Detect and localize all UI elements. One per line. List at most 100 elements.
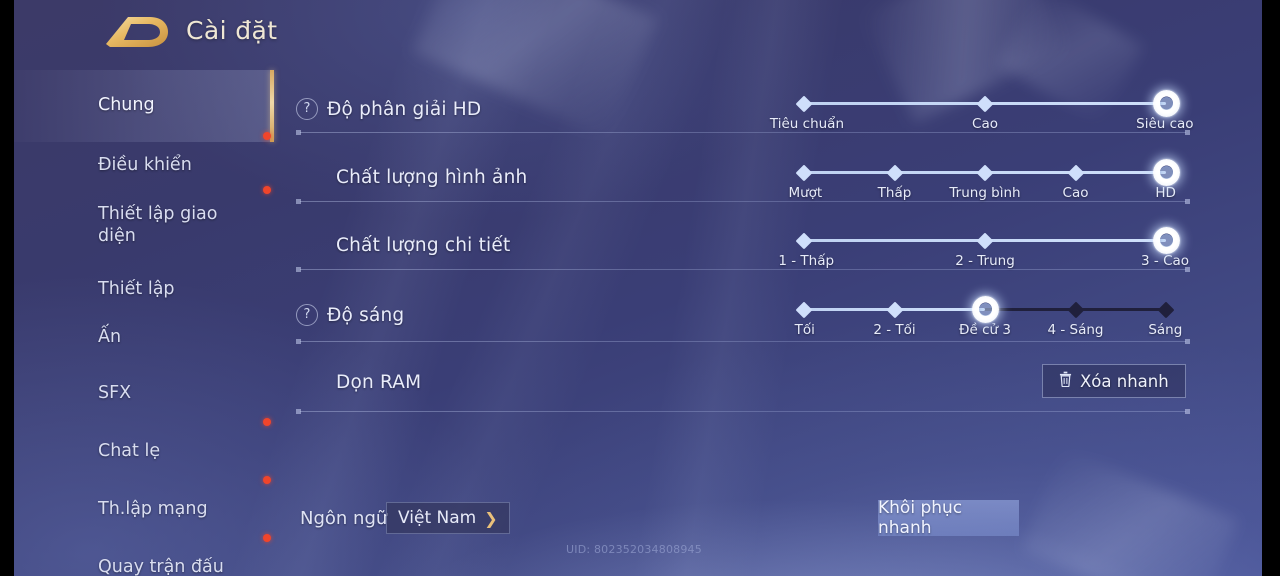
row-label: Độ sáng [327, 304, 405, 326]
sidebar-item-3[interactable]: Thiết lập [14, 266, 270, 314]
sidebar-item-6[interactable]: Chat lẹ [14, 418, 271, 476]
slider-thumb[interactable] [1152, 227, 1180, 254]
notification-dot [263, 418, 271, 426]
sidebar-item-label: Ấn [98, 327, 122, 348]
slider-tick[interactable] [795, 164, 813, 181]
sidebar-item-5[interactable]: SFX [14, 370, 270, 418]
letterbox-right [1262, 0, 1280, 576]
row-label-group: Chất lượng hình ảnh [296, 167, 527, 188]
row-divider [296, 267, 1190, 272]
active-indicator [270, 70, 274, 142]
notification-dot [263, 132, 271, 140]
row-label: Độ phân giải HD [327, 98, 482, 120]
row-divider [296, 130, 1190, 135]
slider-tick-label: 2 - Tối [873, 322, 916, 338]
letterbox-left [0, 0, 14, 576]
bottom-bar: Ngôn ngữ Việt Nam ❯ Khôi phục nhanh UID:… [296, 486, 1262, 576]
slider-tick[interactable] [886, 301, 903, 318]
row-divider [296, 409, 1190, 414]
notification-dot [263, 534, 271, 542]
row-label-group: ? Độ phân giải HD [296, 98, 481, 120]
row-label: Dọn RAM [336, 372, 422, 393]
setting-row-clean-ram: Dọn RAM Xóa nhanh [296, 364, 1186, 412]
slider-tick-label: Cao [972, 116, 998, 132]
slider-tick-label: Tiêu chuẩn [769, 116, 845, 132]
settings-screen: Cài đặt Chung Điều khiển Thiết lập giao di… [0, 0, 1280, 576]
sidebar-item-4[interactable]: Ấn [14, 314, 270, 362]
settings-list: ? Độ phân giải HD Tiêu chuẩn Cao Siêu cao Chấ… [296, 66, 1196, 486]
sidebar: Chung Điều khiển Thiết lập giao diện Thiết … [14, 70, 274, 576]
sidebar-item-label: Quay trận đấu [98, 557, 224, 576]
slider-tick-label: 3 - Cao [1141, 253, 1190, 269]
game-logo-icon [98, 8, 172, 54]
slider-tick-label: Trung bình [949, 185, 1021, 201]
sidebar-item-label: SFX [98, 383, 132, 404]
setting-row-image-quality: Chất lượng hình ảnh Mượt Thấp Trung bình Cao… [296, 159, 1186, 205]
row-divider [296, 199, 1190, 204]
slider-detail-quality[interactable]: 1 - Thấp 2 - Trung 3 - Cao [778, 227, 1189, 273]
page-title: Cài đặt [186, 16, 278, 45]
header: Cài đặt [14, 0, 1262, 64]
slider-tick-label: 1 - Thấp [778, 253, 835, 269]
language-selector[interactable]: Việt Nam ❯ [386, 502, 510, 534]
quick-clear-label: Xóa nhanh [1080, 371, 1169, 391]
language-value: Việt Nam [398, 508, 477, 528]
sidebar-item-label: Thiết lập [98, 279, 175, 300]
slider-thumb[interactable] [1152, 90, 1180, 117]
restore-defaults-label: Khôi phục nhanh [878, 498, 963, 538]
slider-tick-label: Mượt [788, 185, 823, 201]
uid-text: UID: 802352034808945 [566, 543, 702, 556]
slider-tick-label: Sáng [1148, 322, 1183, 338]
slider-tick[interactable] [886, 164, 903, 181]
slider-tick[interactable] [976, 95, 994, 112]
slider-tick-label: 2 - Trung [955, 253, 1015, 269]
sidebar-item-label: Chat lẹ [98, 441, 161, 462]
slider-tick[interactable] [795, 301, 813, 318]
help-icon[interactable]: ? [296, 98, 318, 120]
slider-tick-label: HD [1155, 185, 1176, 201]
slider-tick[interactable] [976, 164, 994, 181]
slider-tick[interactable] [795, 232, 813, 249]
sidebar-item-2[interactable]: Thiết lập giao diện [14, 186, 271, 256]
slider-tick[interactable] [1157, 301, 1175, 318]
quick-clear-button[interactable]: Xóa nhanh [1042, 364, 1186, 398]
slider-thumb[interactable] [971, 296, 999, 323]
row-label-group: Dọn RAM [296, 372, 421, 393]
notification-dot [263, 186, 271, 194]
setting-row-hd-resolution: ? Độ phân giải HD Tiêu chuẩn Cao Siêu cao [296, 90, 1194, 136]
help-icon[interactable]: ? [296, 304, 318, 326]
row-label-group: Chất lượng chi tiết [296, 235, 510, 256]
slider-thumb[interactable] [1152, 159, 1180, 186]
slider-image-quality[interactable]: Mượt Thấp Trung bình Cao HD [788, 159, 1180, 205]
slider-tick-label: Tối [794, 322, 815, 338]
sidebar-item-1[interactable]: Điều khiển [14, 132, 271, 190]
slider-tick[interactable] [1067, 301, 1084, 318]
slider-tick-label: 4 - Sáng [1047, 322, 1104, 338]
row-label: Chất lượng chi tiết [336, 235, 511, 256]
slider-tick-label: Cao [1062, 185, 1089, 201]
sidebar-item-label: Thiết lập giao diện [98, 204, 218, 246]
sidebar-item-label: Chung [98, 95, 155, 116]
sidebar-item-label: Điều khiển [98, 155, 192, 176]
slider-tick-label: Đề cử 3 [959, 322, 1011, 338]
sidebar-item-7[interactable]: Th.lập mạng [14, 476, 271, 534]
notification-dot [263, 476, 271, 484]
language-label: Ngôn ngữ [300, 508, 388, 529]
setting-row-brightness: ? Độ sáng Tối 2 - Tối Đề cử 3 4 - Sáng Sáng [296, 296, 1186, 342]
setting-row-detail-quality: Chất lượng chi tiết 1 - Thấp 2 - Trung 3 - … [296, 227, 1189, 273]
slider-tick[interactable] [976, 232, 994, 249]
restore-defaults-button[interactable]: Khôi phục nhanh [878, 498, 1019, 538]
slider-tick[interactable] [1067, 164, 1084, 181]
row-label-group: ? Độ sáng [296, 304, 404, 326]
trash-icon [1059, 371, 1072, 391]
row-label: Chất lượng hình ảnh [336, 167, 528, 188]
slider-brightness[interactable]: Tối 2 - Tối Đề cử 3 4 - Sáng Sáng [795, 296, 1182, 342]
sidebar-item-0[interactable]: Chung [14, 70, 274, 142]
slider-hd-resolution[interactable]: Tiêu chuẩn Cao Siêu cao [770, 90, 1194, 136]
slider-tick-label: Thấp [877, 185, 912, 201]
sidebar-item-label: Th.lập mạng [98, 499, 208, 520]
slider-tick[interactable] [795, 95, 813, 112]
sidebar-item-8[interactable]: Quay trận đấu [14, 534, 271, 576]
chevron-right-icon: ❯ [484, 508, 498, 528]
row-divider [296, 339, 1190, 344]
